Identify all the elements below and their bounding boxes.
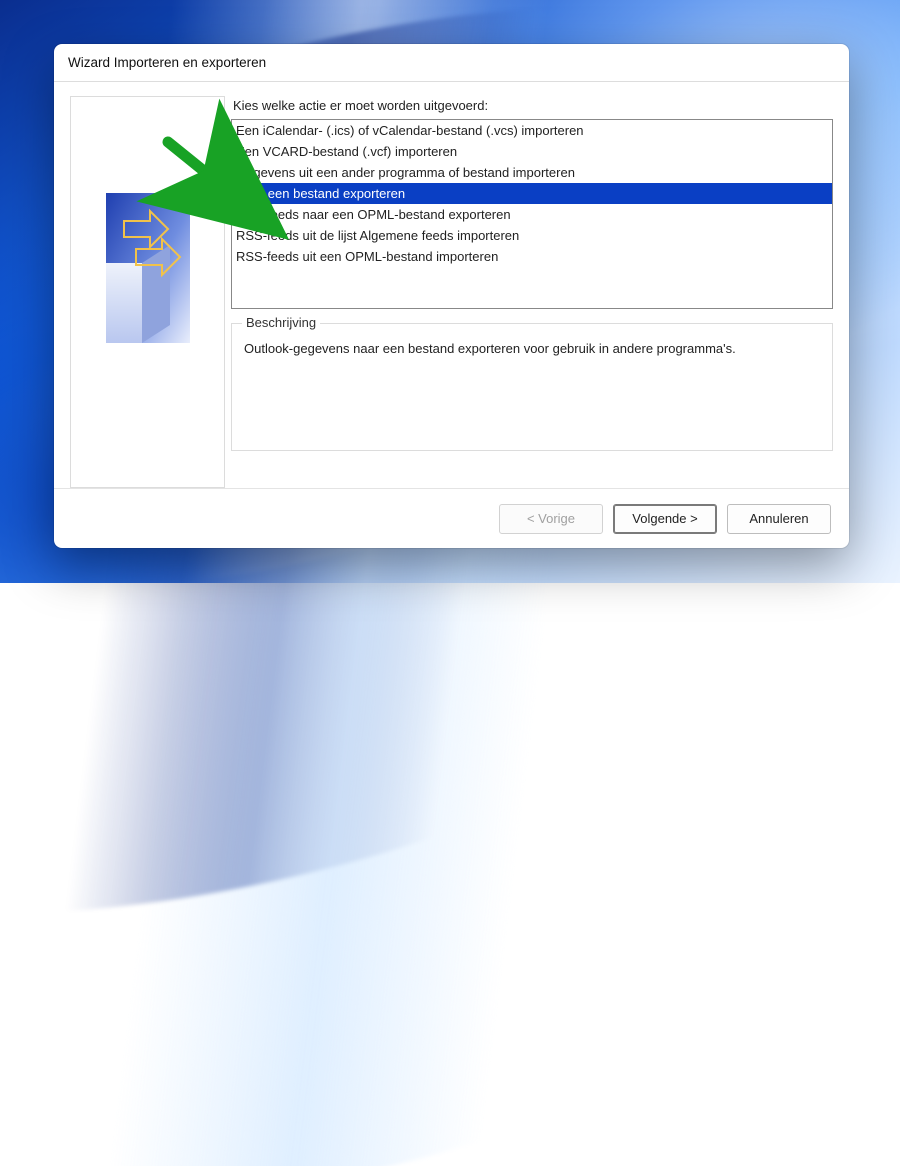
wizard-sidebar [70, 96, 225, 488]
next-button[interactable]: Volgende > [613, 504, 717, 534]
wizard-illustration [106, 193, 190, 343]
back-button[interactable]: < Vorige [499, 504, 603, 534]
cancel-button[interactable]: Annuleren [727, 504, 831, 534]
action-list-item[interactable]: Gegevens uit een ander programma of best… [232, 162, 832, 183]
dialog-footer: < Vorige Volgende > Annuleren [54, 488, 849, 548]
action-prompt: Kies welke actie er moet worden uitgevoe… [233, 98, 833, 113]
action-list-item[interactable]: Een iCalendar- (.ics) of vCalendar-besta… [232, 120, 832, 141]
action-list-item[interactable]: RSS-feeds uit de lijst Algemene feeds im… [232, 225, 832, 246]
action-list-item[interactable]: RSS-feeds naar een OPML-bestand exporter… [232, 204, 832, 225]
action-listbox[interactable]: Een iCalendar- (.ics) of vCalendar-besta… [231, 119, 833, 309]
description-legend: Beschrijving [242, 315, 320, 330]
titlebar: Wizard Importeren en exporteren [54, 44, 849, 82]
description-group: Beschrijving Outlook-gegevens naar een b… [231, 323, 833, 451]
action-list-item[interactable]: Een VCARD-bestand (.vcf) importeren [232, 141, 832, 162]
action-list-item[interactable]: RSS-feeds uit een OPML-bestand importere… [232, 246, 832, 267]
description-text: Outlook-gegevens naar een bestand export… [244, 340, 820, 358]
action-list-item[interactable]: Naar een bestand exporteren [232, 183, 832, 204]
window-title: Wizard Importeren en exporteren [68, 55, 266, 70]
wizard-dialog: Wizard Importeren en exporteren [54, 44, 849, 548]
